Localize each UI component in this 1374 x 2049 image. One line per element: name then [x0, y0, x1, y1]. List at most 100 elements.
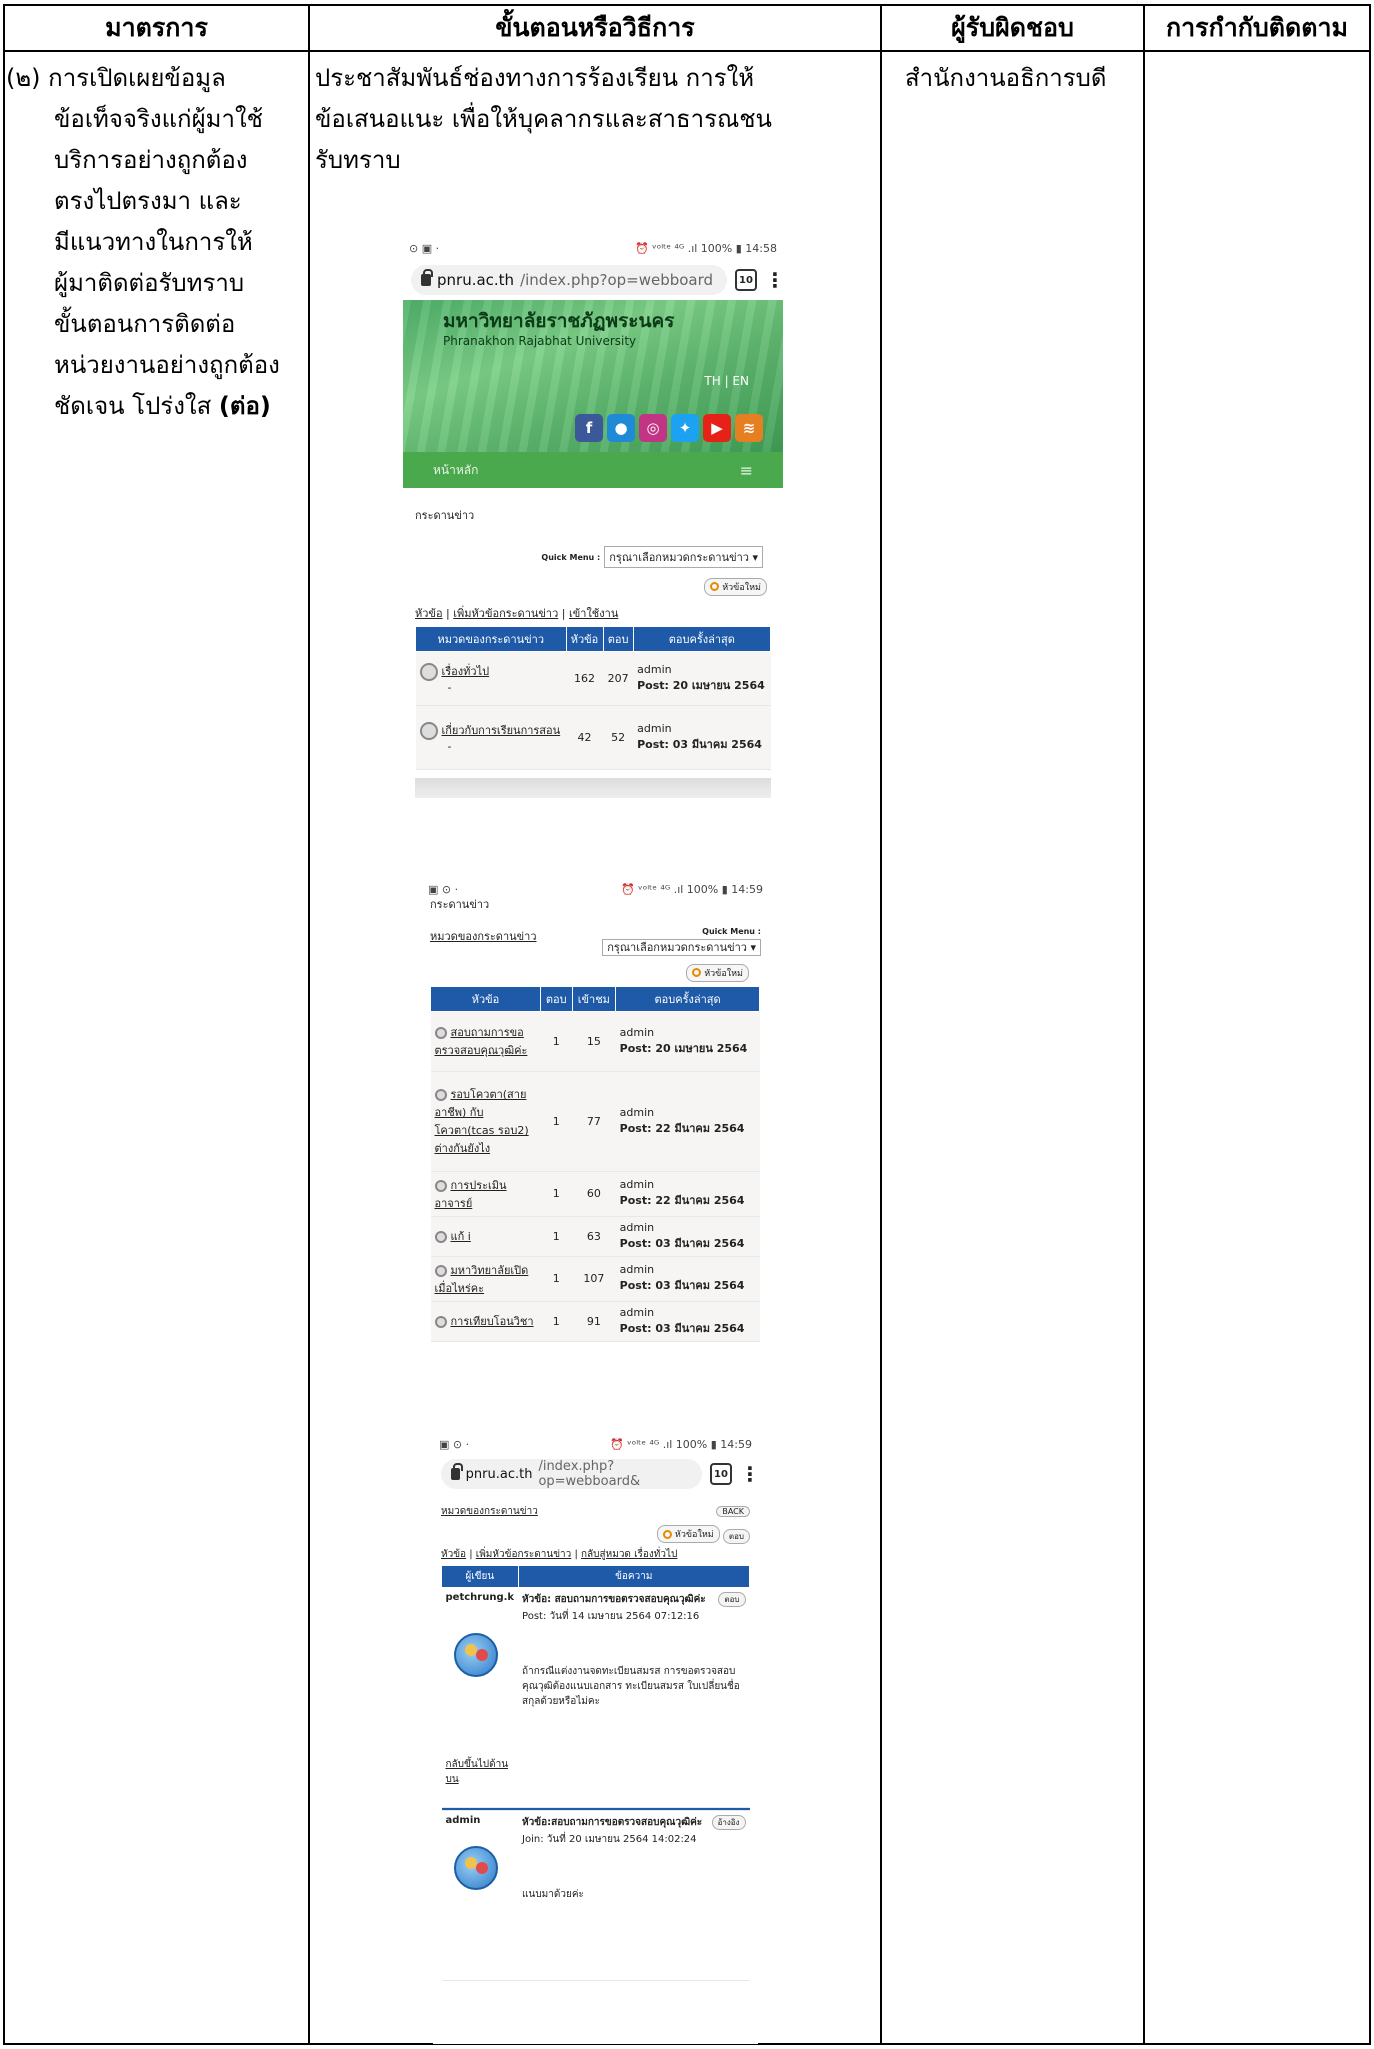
reply-button[interactable]: ตอบ: [722, 1528, 750, 1544]
header-responsible: ผู้รับผิดชอบ: [951, 13, 1074, 42]
header-monitoring: การกำกับติดตาม: [1165, 13, 1348, 42]
twitter-icon[interactable]: ✦: [671, 414, 699, 442]
new-topic-button[interactable]: หัวข้อใหม่: [656, 1525, 720, 1543]
new-topic-button[interactable]: หัวข้อใหม่: [686, 963, 749, 982]
column-header: ตอบ: [602, 625, 634, 652]
column-divider-1: [308, 4, 310, 2045]
topic-link[interactable]: สอบถามการขอตรวจสอบคุณวุฒิค่ะ: [435, 1026, 528, 1057]
column-header: หัวข้อ: [430, 985, 541, 1012]
column-divider-3: [1143, 4, 1145, 2045]
procedure-line: รับทราบ: [315, 146, 401, 174]
measure-line: ขั้นตอนการติดต่อ: [54, 310, 236, 338]
header-measure: มาตรการ: [105, 13, 208, 42]
topic-table: หัวข้อ ตอบ เข้าชม ตอบครั้งล่าสุด สอบถามก…: [430, 985, 760, 1342]
social-icons: f ● ◎ ✦ ▶ ≋: [575, 414, 763, 442]
back-button[interactable]: BACK: [716, 1506, 750, 1517]
topics-link[interactable]: หัวข้อ: [415, 607, 443, 620]
measure-line: หน่วยงานอย่างถูกต้อง: [54, 351, 280, 379]
tabs-count-button[interactable]: 10: [735, 269, 757, 291]
plus-circle-icon: [710, 582, 720, 591]
board-links: หัวข้อ | เพิ่มหัวข้อกระดานข่าว | เข้าใช้…: [415, 606, 619, 620]
table-row: มหาวิทยาลัยเปิดเมื่อไหร่คะ 1 107 admin Po…: [430, 1256, 760, 1302]
lock-icon: [421, 269, 433, 286]
header-divider: [3, 50, 1371, 52]
column-header: ตอบครั้งล่าสุด: [632, 625, 772, 652]
topic-icon: [434, 1231, 447, 1243]
post-author: admin: [445, 1814, 481, 1826]
university-name-th: มหาวิทยาลัยราชภัฏพระนคร: [443, 310, 675, 332]
topic-icon: [434, 1316, 447, 1328]
youtube-icon[interactable]: ▶: [703, 414, 731, 442]
procedure-cell: ประชาสัมพันธ์ช่องทางการร้องเรียน การให้ …: [315, 58, 875, 181]
nav-home-link[interactable]: หน้าหลัก: [433, 461, 478, 480]
hamburger-menu-icon[interactable]: ≡: [740, 461, 753, 480]
plus-circle-icon: [692, 968, 702, 977]
measure-line: ข้อเท็จจริงแก่ผู้มาใช้: [54, 105, 263, 133]
responsible-cell: สำนักงานอธิการบดี: [905, 64, 1107, 92]
category-link[interactable]: เรื่องทั่วไป: [442, 665, 490, 678]
instagram-icon[interactable]: ◎: [639, 414, 667, 442]
topic-link[interactable]: มหาวิทยาลัยเปิดเมื่อไหร่คะ: [435, 1264, 529, 1295]
column-header: เข้าชม: [571, 985, 617, 1012]
measure-cell: (๒) การเปิดเผยข้อมูล ข้อเท็จจริงแก่ผู้มา…: [6, 58, 306, 427]
table-row: การเทียบโอนวิชา 1 91 admin Post: 03 มีนาค…: [430, 1301, 760, 1342]
measure-line: มีแนวทางในการให้: [54, 228, 253, 256]
measure-line-last: ชัดเจน โปร่งใส (ต่อ): [54, 392, 271, 420]
table-row: แก้ i 1 63 admin Post: 03 มีนาคม 2564: [430, 1216, 760, 1257]
kebab-menu-icon[interactable]: ⋮: [740, 1462, 758, 1486]
category-link[interactable]: หมวดของกระดานข่าว: [430, 927, 537, 956]
topic-link[interactable]: รอบโควตา(สายอาชีพ) กับ โควตา(tcas รอบ2) …: [435, 1088, 529, 1155]
table-row: เรื่องทั่วไป - 162 207 admin Post: 20 เมษา…: [415, 651, 771, 706]
facebook-icon[interactable]: f: [575, 414, 603, 442]
browser-url-bar: pnru.ac.th/index.php?op=webboard 10 ⋮: [403, 260, 783, 300]
table-row: สอบถามการขอตรวจสอบคุณวุฒิค่ะ 1 15 admin P…: [430, 1011, 760, 1072]
quick-menu-select[interactable]: กรุณาเลือกหมวดกระดานข่าว ▾: [602, 939, 761, 956]
quote-button[interactable]: อ้างอิง: [711, 1814, 746, 1830]
quick-menu-select[interactable]: กรุณาเลือกหมวดกระดานข่าว ▾: [604, 546, 763, 568]
board-title: กระดานข่าว: [415, 509, 475, 522]
new-topic-button[interactable]: หัวข้อใหม่: [704, 577, 767, 596]
topic-link[interactable]: แก้ i: [451, 1230, 471, 1243]
back-to-top-link[interactable]: กลับขึ้นไปด้านบน: [446, 1757, 515, 1787]
category-link[interactable]: เกี่ยวกับการเรียนการสอน: [442, 724, 561, 737]
address-field[interactable]: pnru.ac.th/index.php?op=webboard: [411, 265, 727, 295]
post-body: แนบมาด้วยค่ะ: [522, 1888, 584, 1900]
avatar: [453, 1632, 498, 1677]
category-link[interactable]: หมวดของกระดานข่าว: [441, 1504, 538, 1519]
post-author: petchrung.k: [445, 1591, 515, 1603]
university-name-en: Phranakhon Rajabhat University: [443, 334, 637, 348]
screenshot-webboard-home: ⊙ ▣ · ⏰ ᵛᵒˡᵗᵉ ⁴ᴳ .ıl 100% ▮ 14:58 pnru.a…: [403, 236, 783, 838]
post-table: ผู้เขียน ข้อความ petchrung.k กลับขึ้นไปด…: [441, 1564, 751, 1981]
lock-icon: [451, 1463, 463, 1480]
forum-icon: [419, 663, 438, 681]
continued-marker: (ต่อ): [218, 392, 271, 420]
status-bar: ▣ ⊙ · ⏰ ᵛᵒˡᵗᵉ ⁴ᴳ .ıl 100% ▮ 14:59: [439, 1437, 752, 1451]
topic-link[interactable]: การเทียบโอนวิชา: [451, 1315, 534, 1328]
topic-icon: [434, 1027, 447, 1039]
column-header: ตอบ: [540, 985, 573, 1012]
tabs-count-button[interactable]: 10: [710, 1463, 732, 1485]
language-switch[interactable]: TH | EN: [704, 374, 749, 388]
measure-line: ผู้มาติดต่อรับทราบ: [54, 269, 245, 297]
topic-icon: [434, 1089, 447, 1101]
add-topic-link[interactable]: เพิ่มหัวข้อกระดานข่าว: [453, 607, 558, 620]
wifi-icon[interactable]: ≋: [735, 414, 763, 442]
login-link[interactable]: เข้าใช้งาน: [569, 607, 618, 620]
browser-url-bar: pnru.ac.th/index.php?op=webboard& 10 ⋮: [433, 1456, 758, 1492]
screenshot-topic-list: ▣ ⊙ · ⏰ ᵛᵒˡᵗᵉ ⁴ᴳ .ıl 100% ▮ 14:59 กระดาน…: [422, 877, 769, 1391]
post-row: petchrung.k กลับขึ้นไปด้านบน หัวข้อ: สอบ…: [441, 1587, 750, 1808]
table-row: รอบโควตา(สายอาชีพ) กับ โควตา(tcas รอบ2) …: [430, 1071, 760, 1172]
reply-button[interactable]: ตอบ: [718, 1591, 746, 1607]
kebab-menu-icon[interactable]: ⋮: [765, 268, 783, 292]
column-header: หัวข้อ: [565, 625, 604, 652]
line-icon[interactable]: ●: [607, 414, 635, 442]
screenshot-topic-detail: ▣ ⊙ · ⏰ ᵛᵒˡᵗᵉ ⁴ᴳ .ıl 100% ▮ 14:59 pnru.a…: [433, 1432, 758, 2044]
topic-links: หัวข้อ | เพิ่มหัวข้อกระดานข่าว | กลับสู่…: [441, 1548, 678, 1560]
address-field[interactable]: pnru.ac.th/index.php?op=webboard&: [441, 1459, 702, 1489]
table-row: เกี่ยวกับการเรียนการสอน - 42 52 admin Post…: [415, 705, 771, 770]
procedure-line: ประชาสัมพันธ์ช่องทางการร้องเรียน การให้: [315, 64, 755, 92]
column-divider-2: [880, 4, 882, 2045]
procedure-line: ข้อเสนอแนะ เพื่อให้บุคลากรและสาธารณชน: [315, 105, 772, 133]
plus-circle-icon: [662, 1529, 672, 1539]
avatar: [453, 1845, 498, 1890]
